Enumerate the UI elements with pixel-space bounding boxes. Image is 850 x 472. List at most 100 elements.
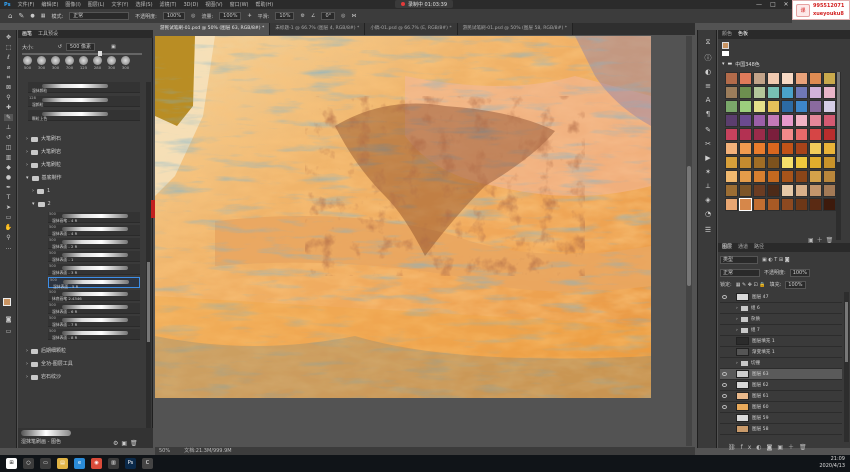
- tab-color[interactable]: 颜色: [722, 30, 732, 39]
- visibility-eye-icon[interactable]: [722, 383, 727, 387]
- brush-item[interactable]: 湿抹颜粒: [28, 82, 140, 93]
- layer-row[interactable]: › 组 7: [720, 325, 842, 336]
- color-swatch[interactable]: [767, 100, 780, 113]
- layer-row[interactable]: 图层 60: [720, 402, 842, 413]
- brush-item[interactable]: 500 抹底画笔 2.4346: [48, 290, 140, 301]
- menu-item[interactable]: 窗口(W): [230, 1, 249, 8]
- brush-tool-icon[interactable]: ✎: [18, 12, 24, 20]
- color-swatch[interactable]: [725, 128, 738, 141]
- color-swatch[interactable]: [795, 198, 808, 211]
- tab-swatches[interactable]: 色板: [738, 30, 748, 39]
- color-swatch[interactable]: [795, 156, 808, 169]
- menu-item[interactable]: 帮助(H): [255, 1, 273, 8]
- more-tools-icon[interactable]: …: [4, 244, 13, 251]
- color-swatch[interactable]: [739, 156, 752, 169]
- blend-mode-select[interactable]: 正常: [720, 268, 760, 277]
- visibility-eye-icon[interactable]: [722, 405, 727, 409]
- color-swatch[interactable]: [781, 114, 794, 127]
- close-button[interactable]: ✕: [779, 0, 793, 9]
- new-brush-icon[interactable]: ▣: [111, 44, 116, 50]
- history-panel-icon[interactable]: ⧖: [703, 38, 713, 46]
- properties-panel-icon[interactable]: ≡: [703, 82, 713, 90]
- color-swatch[interactable]: [725, 86, 738, 99]
- color-swatch[interactable]: [809, 184, 822, 197]
- color-swatch[interactable]: [725, 170, 738, 183]
- color-swatch[interactable]: [739, 86, 752, 99]
- brush-item[interactable]: 128 湿颜粒: [28, 96, 140, 107]
- layer-row[interactable]: 图层 47: [720, 292, 842, 303]
- brush-folder[interactable]: › 大笔刷粒: [26, 160, 144, 170]
- tab-layers[interactable]: 图层: [722, 243, 732, 252]
- tab-tool-presets[interactable]: 工具预设: [38, 30, 58, 38]
- brush-size-dot-icon[interactable]: ●: [30, 13, 34, 19]
- pen-tool-icon[interactable]: ✒: [4, 184, 13, 191]
- color-swatch[interactable]: [795, 114, 808, 127]
- footer-actions[interactable]: ⚙▣🗑: [113, 440, 141, 447]
- color-swatch[interactable]: [781, 184, 794, 197]
- color-swatch[interactable]: [809, 100, 822, 113]
- app2-icon[interactable]: C: [142, 458, 153, 469]
- chevron-right-icon[interactable]: ›: [736, 361, 738, 366]
- brush-item[interactable]: 500 湿抹表面 - 3 R: [48, 264, 140, 275]
- color-swatch[interactable]: [809, 198, 822, 211]
- brush-folder[interactable]: ▾ 基底制作: [26, 173, 144, 183]
- color-swatch[interactable]: [795, 86, 808, 99]
- chevron-right-icon[interactable]: ›: [736, 317, 738, 322]
- blur-tool-icon[interactable]: ◆: [4, 164, 13, 171]
- brush-folder[interactable]: › 后期细颗粒: [26, 346, 144, 356]
- visibility-eye-icon[interactable]: [722, 350, 727, 354]
- color-swatch[interactable]: [753, 170, 766, 183]
- visibility-eye-icon[interactable]: [722, 372, 727, 376]
- color-swatch[interactable]: [823, 86, 836, 99]
- minimize-button[interactable]: —: [752, 0, 766, 9]
- color-swatch[interactable]: [823, 100, 836, 113]
- path-select-icon[interactable]: ➤: [4, 204, 13, 211]
- color-swatch[interactable]: [767, 114, 780, 127]
- channels-panel-icon[interactable]: ◈: [703, 196, 713, 204]
- layer-row[interactable]: 图层 59: [720, 413, 842, 424]
- menu-item[interactable]: 编辑(E): [41, 1, 58, 8]
- canvas-painting[interactable]: [155, 36, 651, 398]
- color-swatch[interactable]: [753, 128, 766, 141]
- gradient-tool-icon[interactable]: ▥: [4, 154, 13, 161]
- color-swatch[interactable]: [809, 114, 822, 127]
- menu-item[interactable]: 图层(L): [88, 1, 105, 8]
- mode-select[interactable]: 正常: [69, 12, 130, 20]
- brush-folder[interactable]: › 全功-图层工具: [26, 359, 144, 369]
- size-reset-icon[interactable]: ↺: [58, 44, 62, 50]
- color-swatch[interactable]: [781, 100, 794, 113]
- smooth-field[interactable]: 10%: [275, 12, 295, 20]
- color-swatch[interactable]: [781, 72, 794, 85]
- type-tool-icon[interactable]: T: [4, 194, 13, 201]
- visibility-eye-icon[interactable]: [722, 394, 727, 398]
- visibility-eye-icon[interactable]: [722, 427, 727, 431]
- color-swatch[interactable]: [823, 184, 836, 197]
- edge-icon[interactable]: e: [74, 458, 85, 469]
- color-swatch[interactable]: [781, 170, 794, 183]
- brush-item[interactable]: 500 湿抹表面 - 7 R: [48, 316, 140, 327]
- brush-folder[interactable]: › 大笔刷岩: [26, 147, 144, 157]
- doc-tab[interactable]: 游民试笔刷-01.psd @ 50% (图层 58, RGB/8#) *: [457, 23, 573, 35]
- color-swatch[interactable]: [767, 156, 780, 169]
- brush-item[interactable]: 500 湿抹表面 - 1: [48, 251, 140, 262]
- color-swatch[interactable]: [725, 156, 738, 169]
- color-swatch[interactable]: [781, 86, 794, 99]
- dodge-tool-icon[interactable]: ●: [4, 174, 13, 181]
- menu-item[interactable]: 图像(I): [65, 1, 80, 8]
- size-field[interactable]: 500 像素: [65, 43, 96, 51]
- color-swatch[interactable]: [767, 128, 780, 141]
- eyedropper-tool-icon[interactable]: ⚲: [4, 94, 13, 101]
- color-swatch[interactable]: [725, 100, 738, 113]
- menu-item[interactable]: 文件(F): [18, 1, 35, 8]
- move-tool-icon[interactable]: ✥: [4, 34, 13, 41]
- pressure-opacity-icon[interactable]: ◎: [191, 13, 195, 19]
- swatch-scrollbar[interactable]: [836, 72, 841, 240]
- brush-settings-icon[interactable]: ✎: [703, 126, 713, 134]
- brush-subfolder[interactable]: ▾ 2: [32, 199, 150, 209]
- hand-tool-icon[interactable]: ✋: [4, 224, 13, 231]
- chevron-right-icon[interactable]: ›: [736, 306, 738, 311]
- eraser-tool-icon[interactable]: ◫: [4, 144, 13, 151]
- folder-icon[interactable]: ▤: [57, 458, 68, 469]
- layer-row[interactable]: › 切撞: [720, 358, 842, 369]
- quick-mask-icon[interactable]: ◙: [4, 316, 13, 323]
